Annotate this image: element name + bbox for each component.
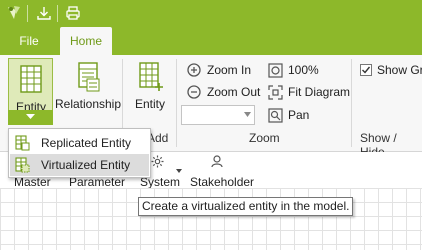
pan-icon (267, 107, 283, 123)
fit-diagram-label: Fit Diagram (288, 85, 351, 99)
entity-dropdown-arrow[interactable] (8, 110, 53, 125)
titlebar-separator (57, 5, 58, 22)
show-grid-checkbox[interactable]: Show Grid (358, 60, 422, 80)
fit-diagram-button[interactable]: Fit Diagram (267, 82, 350, 102)
save-download-icon[interactable] (34, 3, 54, 23)
checkbox-checked-icon (358, 62, 374, 78)
replicated-entity-label: Replicated Entity (41, 136, 132, 150)
pan-button[interactable]: Pan (267, 105, 309, 125)
replicated-entity-icon (15, 135, 30, 151)
virtualized-entity-label: Virtualized Entity (41, 158, 131, 172)
zoom-100-icon (267, 62, 283, 78)
zoom-combo[interactable] (181, 105, 255, 125)
entity-icon (20, 65, 42, 93)
zoom-100-button[interactable]: 100% (267, 60, 319, 80)
group-separator (176, 59, 177, 147)
zoom-in-button[interactable]: Zoom In (186, 60, 251, 80)
app-logo-icon[interactable] (4, 3, 24, 23)
zoom-out-label: Zoom Out (207, 85, 261, 99)
chevron-down-icon (244, 112, 251, 117)
system-gear-icon (151, 155, 164, 171)
relationship-icon (78, 62, 100, 92)
group-label-zoom: Zoom (249, 131, 280, 145)
menu-item-replicated-entity[interactable]: Replicated Entity (10, 132, 149, 154)
fit-diagram-icon (267, 84, 283, 100)
virtualized-entity-icon (15, 157, 30, 173)
zoom-100-label: 100% (288, 63, 319, 77)
tooltip: Create a virtualized entity in the model… (138, 197, 354, 216)
print-icon[interactable] (63, 3, 83, 23)
relationship-label: Relationship (54, 97, 122, 111)
stakeholder-button[interactable]: Stakeholder (190, 175, 254, 189)
entity-dropdown-menu: Replicated Entity Virtualized Entity (8, 128, 151, 178)
pan-label: Pan (288, 108, 310, 122)
tab-home[interactable]: Home (60, 27, 112, 55)
show-grid-label: Show Grid (377, 63, 422, 77)
add-entity-icon (139, 62, 163, 91)
stakeholder-icon (210, 154, 224, 171)
tab-file[interactable]: File (8, 27, 50, 55)
titlebar-separator (27, 5, 28, 22)
zoom-in-label: Zoom In (207, 63, 252, 77)
title-bar (0, 0, 422, 27)
zoom-in-icon (186, 62, 202, 78)
zoom-out-button[interactable]: Zoom Out (186, 82, 260, 102)
menu-item-virtualized-entity[interactable]: Virtualized Entity (10, 154, 149, 176)
chevron-down-icon (26, 114, 35, 119)
relationship-button[interactable]: Relationship (54, 61, 122, 111)
chevron-down-icon[interactable] (176, 169, 182, 173)
add-entity-label: Entity (134, 97, 165, 111)
ribbon-tabs: File Home (0, 27, 422, 55)
group-separator (351, 59, 352, 147)
zoom-out-icon (186, 84, 202, 100)
add-entity-button[interactable]: Entity (128, 61, 172, 111)
